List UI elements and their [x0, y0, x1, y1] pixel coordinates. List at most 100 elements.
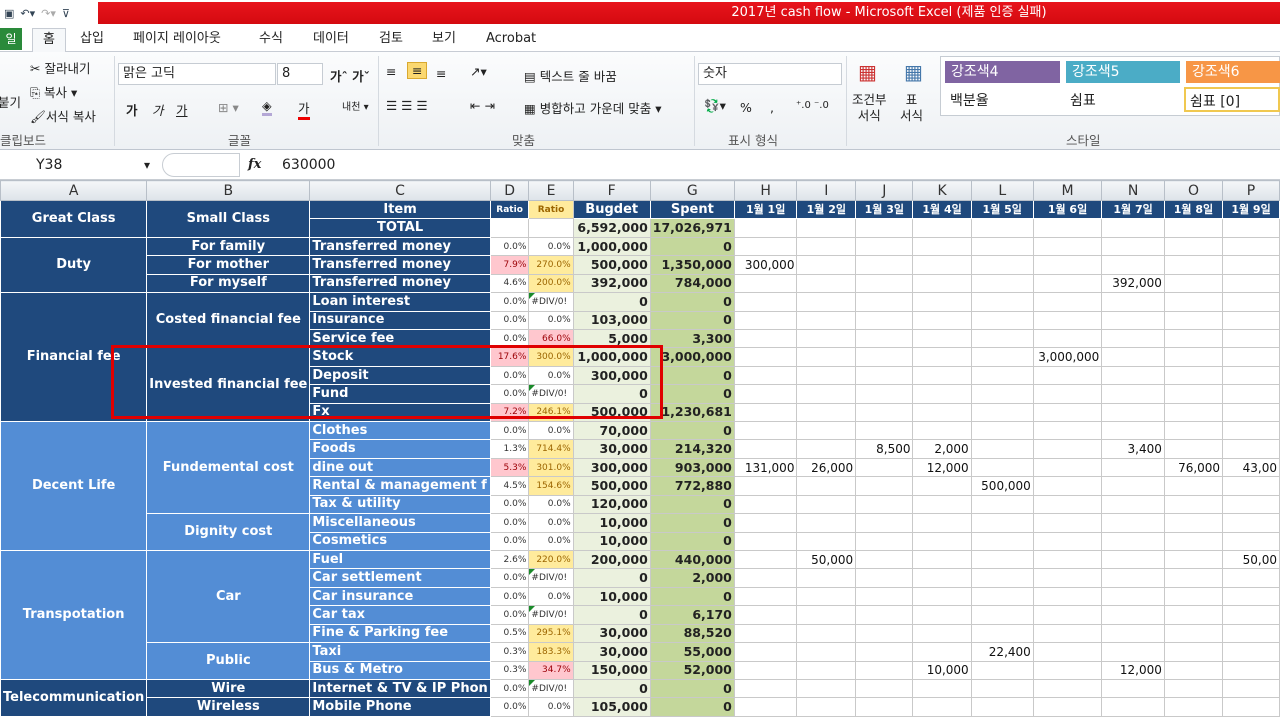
- ratio-budget-cell[interactable]: 0.0%: [489, 586, 530, 607]
- date-header[interactable]: 1월 9일: [1222, 199, 1280, 220]
- date-cell-p[interactable]: [1222, 384, 1280, 404]
- date-cell-m[interactable]: [1032, 273, 1103, 294]
- date-cell-m[interactable]: [1032, 457, 1103, 478]
- date-cell-k[interactable]: [912, 273, 972, 294]
- font-name-select[interactable]: 맑은 고딕: [118, 63, 276, 85]
- date-cell-n[interactable]: [1101, 236, 1165, 257]
- format-table-button[interactable]: 표 서식: [900, 92, 923, 124]
- budget-cell[interactable]: 103,000: [572, 310, 651, 330]
- column-header-f[interactable]: F: [572, 180, 651, 201]
- item-cell[interactable]: Fund: [309, 384, 491, 404]
- ratio-budget-cell[interactable]: 0.3%: [489, 660, 530, 680]
- number-format-select[interactable]: 숫자: [698, 63, 842, 85]
- tab-data[interactable]: 데이터: [313, 28, 349, 52]
- date-cell-l[interactable]: [970, 531, 1034, 552]
- date-cell-o[interactable]: [1163, 697, 1224, 717]
- ratio-budget-cell[interactable]: 0.0%: [489, 678, 530, 699]
- date-cell-n[interactable]: 392,000: [1101, 273, 1165, 294]
- align-left-icon[interactable]: ☰ ☰ ☰: [386, 98, 428, 113]
- date-cell-k[interactable]: [912, 531, 972, 552]
- spent-cell[interactable]: 0: [649, 697, 735, 717]
- date-cell-o[interactable]: [1163, 494, 1224, 515]
- date-cell-l[interactable]: [970, 550, 1034, 570]
- ratio-budget-cell[interactable]: 17.6%: [489, 347, 530, 367]
- spent-cell[interactable]: 440,000: [649, 550, 735, 570]
- small-class-cell[interactable]: Wire: [146, 678, 311, 699]
- date-cell-n[interactable]: 3,400: [1101, 439, 1165, 459]
- date-cell-i[interactable]: [796, 605, 857, 625]
- column-header-p[interactable]: P: [1222, 180, 1280, 201]
- conditional-format-button[interactable]: 조건부 서식: [852, 92, 887, 124]
- ratio-spent-cell[interactable]: 0.0%: [528, 586, 574, 607]
- tab-page-layout[interactable]: 페이지 레이아웃: [133, 28, 221, 52]
- date-cell-l[interactable]: [970, 384, 1034, 404]
- spent-cell[interactable]: 0: [649, 513, 735, 533]
- date-cell-m[interactable]: [1032, 568, 1103, 588]
- budget-cell[interactable]: 1,000,000: [572, 236, 651, 257]
- date-cell[interactable]: [1222, 218, 1280, 238]
- date-cell-j[interactable]: [855, 642, 914, 662]
- date-cell-k[interactable]: [912, 347, 972, 367]
- date-cell-k[interactable]: [912, 402, 972, 423]
- date-cell-k[interactable]: 12,000: [912, 457, 972, 478]
- date-cell-p[interactable]: [1222, 236, 1280, 257]
- small-class-cell[interactable]: Wireless: [146, 697, 311, 717]
- date-cell-l[interactable]: [970, 439, 1034, 459]
- name-box[interactable]: Y38: [0, 154, 158, 176]
- date-cell-l[interactable]: [970, 605, 1034, 625]
- column-header-e[interactable]: E: [528, 180, 574, 201]
- small-class-cell[interactable]: Public: [146, 642, 311, 680]
- ratio-spent-cell[interactable]: #DIV/0!: [528, 384, 574, 404]
- date-cell-i[interactable]: [796, 273, 857, 294]
- date-cell-k[interactable]: [912, 678, 972, 699]
- ratio-spent-cell[interactable]: 295.1%: [528, 623, 574, 644]
- ratio-budget-cell[interactable]: 0.0%: [489, 365, 530, 386]
- date-cell-j[interactable]: [855, 273, 914, 294]
- ratio-header-d[interactable]: Ratio: [489, 199, 530, 220]
- item-cell[interactable]: dine out: [309, 457, 491, 478]
- date-cell-h[interactable]: [733, 292, 798, 312]
- date-cell-j[interactable]: [855, 365, 914, 386]
- ratio-spent-cell[interactable]: 0.0%: [528, 236, 574, 257]
- column-header-d[interactable]: D: [489, 180, 530, 201]
- percent-button[interactable]: %: [740, 100, 752, 115]
- grow-font-button[interactable]: 가ˆ 가ˇ: [330, 66, 370, 85]
- item-cell[interactable]: Car insurance: [309, 586, 491, 607]
- date-cell-l[interactable]: [970, 660, 1034, 680]
- total-spent[interactable]: 17,026,971: [649, 218, 735, 238]
- date-cell-p[interactable]: [1222, 660, 1280, 680]
- date-cell-j[interactable]: [855, 328, 914, 349]
- date-cell-m[interactable]: [1032, 365, 1103, 386]
- date-cell-p[interactable]: [1222, 365, 1280, 386]
- item-cell[interactable]: Rental & management f: [309, 476, 491, 496]
- ratio-spent-cell[interactable]: 200.0%: [528, 273, 574, 294]
- tab-acrobat[interactable]: Acrobat: [486, 28, 536, 52]
- date-header[interactable]: 1월 8일: [1163, 199, 1224, 220]
- tab-review[interactable]: 검토: [379, 28, 403, 52]
- currency-icon[interactable]: 💱▾: [704, 98, 726, 114]
- date-cell-j[interactable]: [855, 292, 914, 312]
- date-cell-m[interactable]: [1032, 623, 1103, 644]
- date-cell-o[interactable]: [1163, 328, 1224, 349]
- budget-cell[interactable]: 500,000: [572, 255, 651, 275]
- spent-cell[interactable]: 52,000: [649, 660, 735, 680]
- ratio-budget-cell[interactable]: 0.0%: [489, 513, 530, 533]
- date-cell-i[interactable]: [796, 402, 857, 423]
- date-cell-k[interactable]: 10,000: [912, 660, 972, 680]
- budget-header[interactable]: Bugdet: [572, 199, 651, 220]
- date-cell-l[interactable]: [970, 421, 1034, 441]
- spent-cell[interactable]: 0: [649, 678, 735, 699]
- column-header-a[interactable]: A: [0, 180, 148, 201]
- ratio-budget-cell[interactable]: 0.0%: [489, 236, 530, 257]
- item-cell[interactable]: Foods: [309, 439, 491, 459]
- date-cell-o[interactable]: [1163, 550, 1224, 570]
- date-cell-n[interactable]: 12,000: [1101, 660, 1165, 680]
- spent-cell[interactable]: 784,000: [649, 273, 735, 294]
- date-header[interactable]: 1월 6일: [1032, 199, 1103, 220]
- wrap-text-button[interactable]: ▤ 텍스트 줄 바꿈: [524, 66, 617, 85]
- column-header-k[interactable]: K: [912, 180, 972, 201]
- date-cell-i[interactable]: [796, 678, 857, 699]
- date-cell-i[interactable]: [796, 623, 857, 644]
- great-class-cell[interactable]: Transpotation: [0, 550, 148, 680]
- date-cell-j[interactable]: [855, 421, 914, 441]
